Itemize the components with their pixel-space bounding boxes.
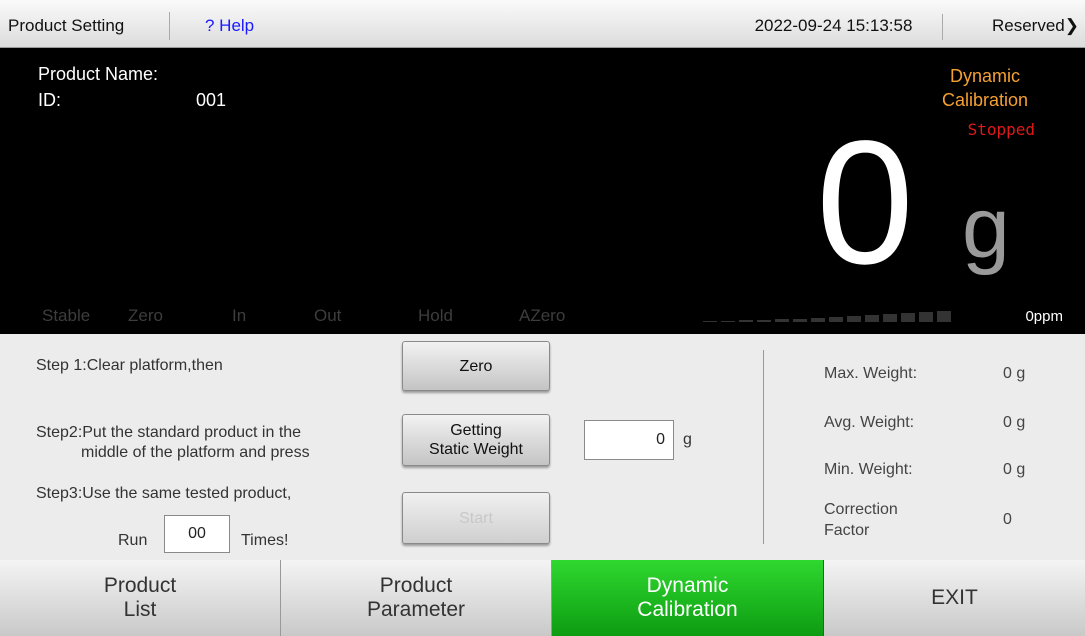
status-indicators: Stable Zero In Out Hold AZero <box>42 306 565 326</box>
top-bar: Product Setting ? Help 2022-09-24 15:13:… <box>0 0 1085 48</box>
page-title: Product Setting <box>0 12 170 40</box>
ppm-readout: 0ppm <box>1025 308 1063 325</box>
nav-dynamic-calibration[interactable]: Dynamic Calibration <box>552 560 824 636</box>
weight-unit: g <box>962 180 1010 276</box>
start-button[interactable]: Start <box>402 492 550 544</box>
calibration-panel: Step 1:Clear platform,then Zero Step2:Pu… <box>0 334 1085 560</box>
getting-static-weight-button[interactable]: Getting Static Weight <box>402 414 550 466</box>
product-id-value: 001 <box>196 90 227 110</box>
bargraph-segment <box>703 321 717 322</box>
max-weight-value: 0 g <box>1003 365 1026 382</box>
bargraph-segment <box>793 319 807 322</box>
indicator-hold: Hold <box>418 306 453 325</box>
step3-text: Step3:Use the same tested product, <box>36 485 292 502</box>
correction-factor-value: 0 <box>1003 511 1012 528</box>
reserved-button[interactable]: Reserved❯ <box>992 14 1079 38</box>
run-times-field[interactable]: 00 <box>164 515 230 553</box>
bargraph-segment <box>775 319 789 322</box>
run-label: Run <box>118 532 148 549</box>
nav-product-parameter[interactable]: Product Parameter <box>281 560 552 636</box>
indicator-in: In <box>232 306 247 325</box>
nav-exit[interactable]: EXIT <box>824 560 1085 636</box>
bargraph-segment <box>847 316 861 322</box>
chevron-right-icon: ❯ <box>1064 16 1079 35</box>
nav-product-list[interactable]: Product List <box>0 560 281 636</box>
step2-text-line2: middle of the platform and press <box>81 444 310 461</box>
weight-display: Product Name: ID: 001 Dynamic Calibratio… <box>0 48 1085 334</box>
avg-weight-label: Avg. Weight: <box>824 414 915 431</box>
static-weight-field[interactable]: 0 <box>584 420 674 460</box>
step2-text-line1: Step2:Put the standard product in the <box>36 424 302 441</box>
weight-value: 0 <box>816 105 914 301</box>
static-weight-button-line1: Getting <box>450 422 502 439</box>
static-weight-button-line2: Static Weight <box>429 441 523 458</box>
max-weight-label: Max. Weight: <box>824 365 918 382</box>
bargraph-segment <box>865 315 879 322</box>
reserved-label: Reserved <box>991 16 1065 35</box>
product-id-label: ID: <box>38 90 62 110</box>
correction-factor-label-line2: Factor <box>824 522 870 539</box>
avg-weight-value: 0 g <box>1003 414 1026 431</box>
bargraph-segment <box>919 312 933 322</box>
help-link[interactable]: ? Help <box>205 14 254 38</box>
bargraph-segment <box>739 320 753 322</box>
min-weight-label: Min. Weight: <box>824 461 913 478</box>
bargraph-segment <box>811 318 825 322</box>
datetime-display: 2022-09-24 15:13:58 <box>725 14 943 40</box>
indicator-zero: Zero <box>128 306 163 325</box>
level-bargraph <box>703 310 953 322</box>
panel-divider <box>763 350 764 544</box>
zero-button[interactable]: Zero <box>402 341 550 391</box>
correction-factor-label-line1: Correction <box>824 501 898 518</box>
indicator-out: Out <box>314 306 342 325</box>
product-name-label: Product Name: <box>38 64 159 84</box>
step1-text: Step 1:Clear platform,then <box>36 357 223 374</box>
indicator-stable: Stable <box>42 306 91 325</box>
times-label: Times! <box>241 532 289 549</box>
min-weight-value: 0 g <box>1003 461 1026 478</box>
indicator-azero: AZero <box>519 306 566 325</box>
bargraph-segment <box>757 320 771 322</box>
bottom-nav: Product List Product Parameter Dynamic C… <box>0 560 1085 636</box>
bargraph-segment <box>901 313 915 322</box>
static-weight-unit: g <box>683 431 692 448</box>
mode-status: Stopped <box>967 120 1035 139</box>
bargraph-segment <box>937 311 951 322</box>
bargraph-segment <box>829 317 843 322</box>
bargraph-segment <box>883 314 897 322</box>
bargraph-segment <box>721 321 735 322</box>
